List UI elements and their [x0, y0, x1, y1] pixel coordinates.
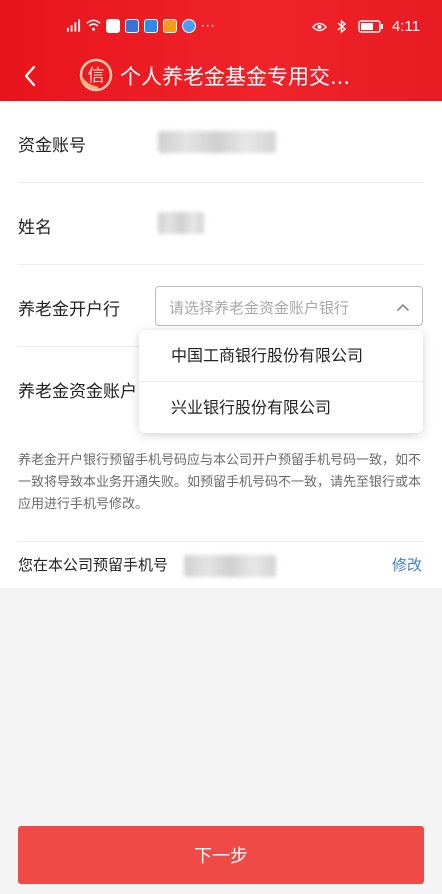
fund-account-label: 养老金资金账户 — [18, 382, 137, 402]
app-header: ··· 4:11 信 个人养老金基金专用交... — [0, 0, 442, 101]
status-right-icons: 4:11 — [311, 18, 420, 35]
name-row: 姓名 — [0, 183, 442, 265]
status-bar: ··· 4:11 — [0, 0, 442, 52]
dropdown-option-icbc[interactable]: 中国工商银行股份有限公司 — [139, 330, 423, 381]
app-icon — [163, 18, 177, 33]
phone-row: 您在本公司预留手机号 修改 — [0, 541, 442, 588]
next-step-button[interactable]: 下一步 — [18, 826, 424, 884]
account-row: 资金账号 — [0, 101, 442, 183]
app-icon — [144, 18, 158, 33]
masked-name-value — [158, 212, 204, 234]
masked-phone-value — [184, 555, 276, 577]
dropdown-option-cib[interactable]: 兴业银行股份有限公司 — [139, 382, 423, 433]
edit-phone-link[interactable]: 修改 — [392, 554, 422, 575]
status-time: 4:11 — [391, 18, 420, 35]
app-icon — [182, 18, 196, 33]
masked-account-value — [158, 131, 276, 153]
battery-icon — [358, 19, 384, 34]
chevron-up-icon — [396, 300, 410, 314]
brand-logo: 信 — [78, 57, 114, 93]
wifi-icon — [86, 18, 101, 33]
nav-bar: 信 个人养老金基金专用交... — [0, 52, 442, 101]
bank-select-placeholder: 请选择养老金资金账户银行 — [169, 299, 350, 317]
phone-label: 您在本公司预留手机号 — [18, 556, 169, 574]
eye-icon — [311, 19, 327, 34]
status-more: ··· — [201, 18, 216, 33]
bank-dropdown: 中国工商银行股份有限公司 兴业银行股份有限公司 — [139, 330, 423, 433]
bank-select[interactable]: 请选择养老金资金账户银行 — [155, 286, 423, 326]
phone-notice: 养老金开户银行预留手机号码应与本公司开户预留手机号码一致，如不一致将导致本业务开… — [18, 453, 422, 512]
signal-icon — [66, 18, 81, 33]
bluetooth-icon — [335, 19, 350, 34]
account-label: 资金账号 — [18, 136, 86, 156]
svg-text:信: 信 — [88, 66, 105, 86]
name-label: 姓名 — [18, 218, 52, 238]
status-left-icons: ··· — [66, 18, 215, 33]
back-arrow-icon[interactable] — [18, 61, 44, 91]
page-title: 个人养老金基金专用交... — [120, 65, 351, 89]
bank-label: 养老金开户行 — [18, 300, 120, 320]
app-icon — [106, 18, 120, 33]
app-icon — [125, 18, 139, 33]
